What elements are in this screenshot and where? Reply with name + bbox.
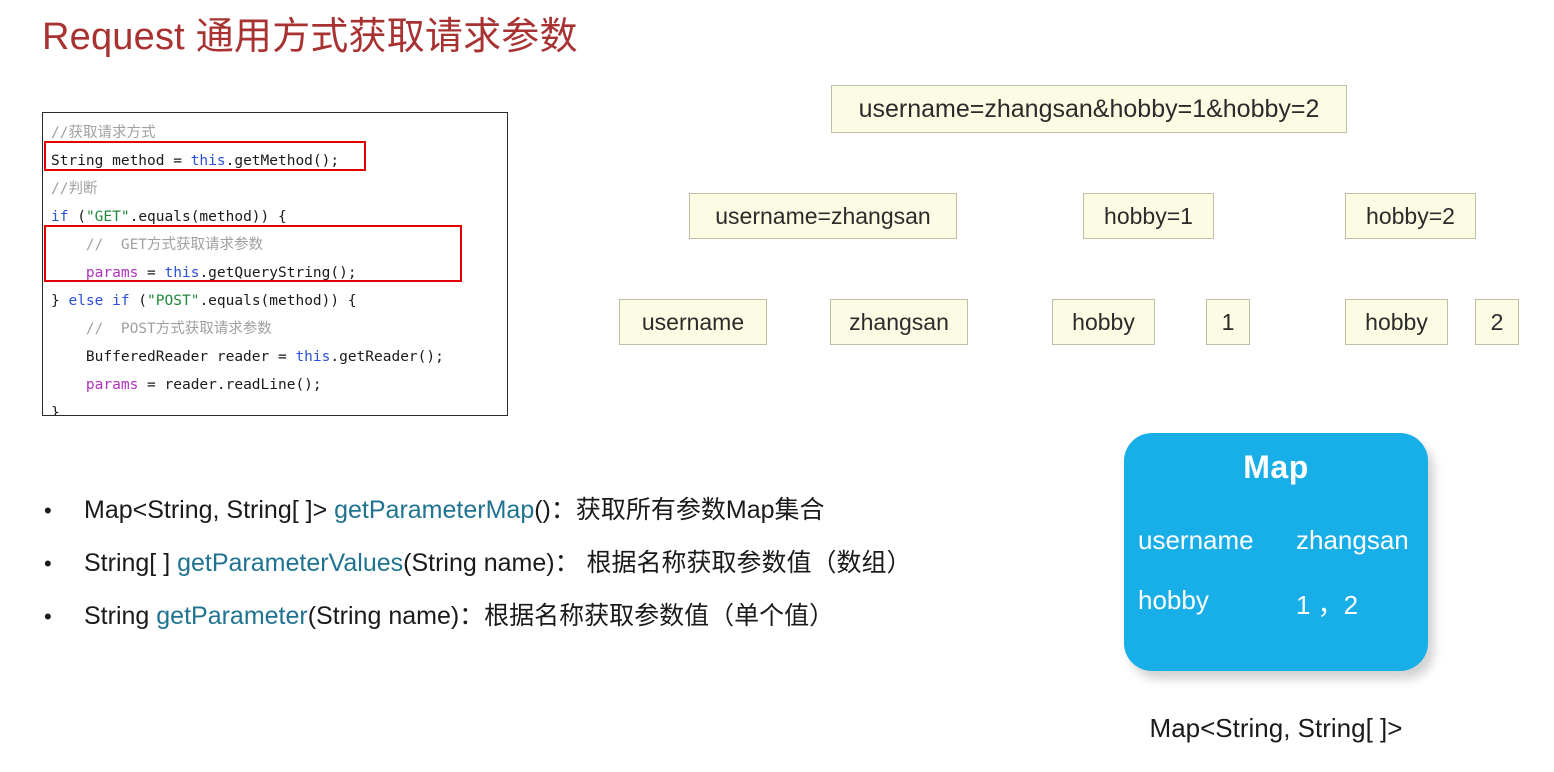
- code-line: BufferedReader reader = this.getReader()…: [51, 343, 507, 371]
- code-token: params: [85, 265, 139, 281]
- slide-root: Request 通用方式获取请求参数 //获取请求方式 String method…: [0, 0, 1554, 772]
- code-token: (: [129, 293, 148, 309]
- code-token: if: [51, 209, 69, 225]
- code-line: //判断: [51, 175, 507, 203]
- code-token: this: [295, 349, 331, 365]
- map-entry-key: username: [1138, 525, 1254, 555]
- key-box-hobby-1: hobby: [1052, 299, 1155, 345]
- code-token: =: [138, 265, 165, 281]
- code-token: this: [164, 265, 200, 281]
- code-line: params = this.getQueryString();: [51, 259, 507, 287]
- map-entry-value: 1 ，2: [1296, 590, 1359, 620]
- bullet-method-name: getParameterMap: [334, 496, 535, 524]
- bullet-text: Map<String, String[ ]> getParameterMap()…: [84, 494, 825, 526]
- map-entry-hobby: hobby 1 ，2: [1124, 585, 1428, 622]
- map-box-title: Map: [1243, 449, 1309, 485]
- bullet-signature-prefix: String[ ]: [84, 549, 178, 577]
- map-type-caption: Map<String, String[ ]>: [1149, 713, 1403, 743]
- code-token: .getQueryString();: [199, 265, 357, 281]
- code-token: "POST": [147, 293, 200, 309]
- bullet-text: String getParameter(String name)：根据名称获取参…: [84, 600, 834, 632]
- code-token: "GET": [85, 209, 130, 225]
- code-line: // POST方式获取请求参数: [51, 315, 507, 343]
- code-token: = reader.readLine();: [138, 377, 322, 393]
- method-bullet-list: • Map<String, String[ ]> getParameterMap(…: [44, 494, 1064, 653]
- code-lines: //获取请求方式 String method = this.getMethod()…: [51, 119, 507, 416]
- code-token: .getMethod();: [225, 153, 340, 169]
- bullet-signature-prefix: Map<String, String[ ]>: [84, 496, 335, 524]
- code-line: }: [51, 399, 507, 416]
- bullet-dot-icon: •: [44, 498, 52, 523]
- bullet-text: String[ ] getParameterValues(String name…: [84, 547, 912, 579]
- page-title: Request 通用方式获取请求参数: [42, 16, 578, 58]
- bullet-dot-icon: •: [44, 604, 52, 629]
- bullet-dot-icon: •: [44, 551, 52, 576]
- code-token: //获取请求方式: [51, 125, 156, 141]
- code-token: }: [51, 405, 60, 416]
- map-entry-value: zhangsan: [1296, 525, 1409, 555]
- value-box-hobby-1: 1: [1206, 299, 1250, 345]
- bullet-method-name: getParameter: [156, 602, 308, 630]
- code-token: String method =: [51, 153, 191, 169]
- bullet-method-name: getParameterValues: [177, 549, 404, 577]
- bullet-description: ()：获取所有参数Map集合: [534, 496, 825, 524]
- value-box-username: zhangsan: [830, 299, 968, 345]
- code-token: .equals(method)) {: [199, 293, 357, 309]
- code-token: this: [190, 153, 226, 169]
- code-token: (: [68, 209, 86, 225]
- code-line: //获取请求方式: [51, 119, 507, 147]
- query-string-box: username=zhangsan&hobby=1&hobby=2: [831, 85, 1347, 133]
- pair-box-hobby-2: hobby=2: [1345, 193, 1476, 239]
- code-token: // GET方式获取请求参数: [85, 237, 264, 253]
- bullet-description: (String name)： 根据名称获取参数值（数组）: [403, 549, 912, 577]
- code-token: }: [51, 293, 69, 309]
- bullet-item: • String getParameter(String name)：根据名称获取…: [44, 600, 1064, 633]
- code-line: } else if ("POST".equals(method)) {: [51, 287, 507, 315]
- bullet-description: (String name)：根据名称获取参数值（单个值）: [307, 602, 835, 630]
- code-token: BufferedReader reader =: [85, 349, 296, 365]
- code-block: //获取请求方式 String method = this.getMethod()…: [42, 112, 508, 416]
- code-token: .equals(method)) {: [129, 209, 287, 225]
- map-entry-username: username zhangsan: [1124, 525, 1428, 556]
- code-line: String method = this.getMethod();: [51, 147, 507, 175]
- map-entry-key: hobby: [1138, 585, 1209, 615]
- pair-box-hobby-1: hobby=1: [1083, 193, 1214, 239]
- code-token: .getReader();: [330, 349, 444, 365]
- code-line: // GET方式获取请求参数: [51, 231, 507, 259]
- value-box-hobby-2: 2: [1475, 299, 1519, 345]
- bullet-item: • Map<String, String[ ]> getParameterMap(…: [44, 494, 1064, 527]
- code-token: else if: [68, 293, 130, 309]
- key-box-hobby-2: hobby: [1345, 299, 1448, 345]
- code-line: params = reader.readLine();: [51, 371, 507, 399]
- key-box-username: username: [619, 299, 767, 345]
- bullet-signature-prefix: String: [84, 602, 157, 630]
- code-token: //判断: [51, 181, 98, 197]
- map-diagram-box: Map username zhangsan hobby 1 ，2: [1124, 433, 1428, 671]
- bullet-item: • String[ ] getParameterValues(String nam…: [44, 547, 1064, 580]
- code-line: if ("GET".equals(method)) {: [51, 203, 507, 231]
- code-token: // POST方式获取请求参数: [85, 321, 272, 337]
- pair-box-username: username=zhangsan: [689, 193, 957, 239]
- code-token: params: [85, 377, 139, 393]
